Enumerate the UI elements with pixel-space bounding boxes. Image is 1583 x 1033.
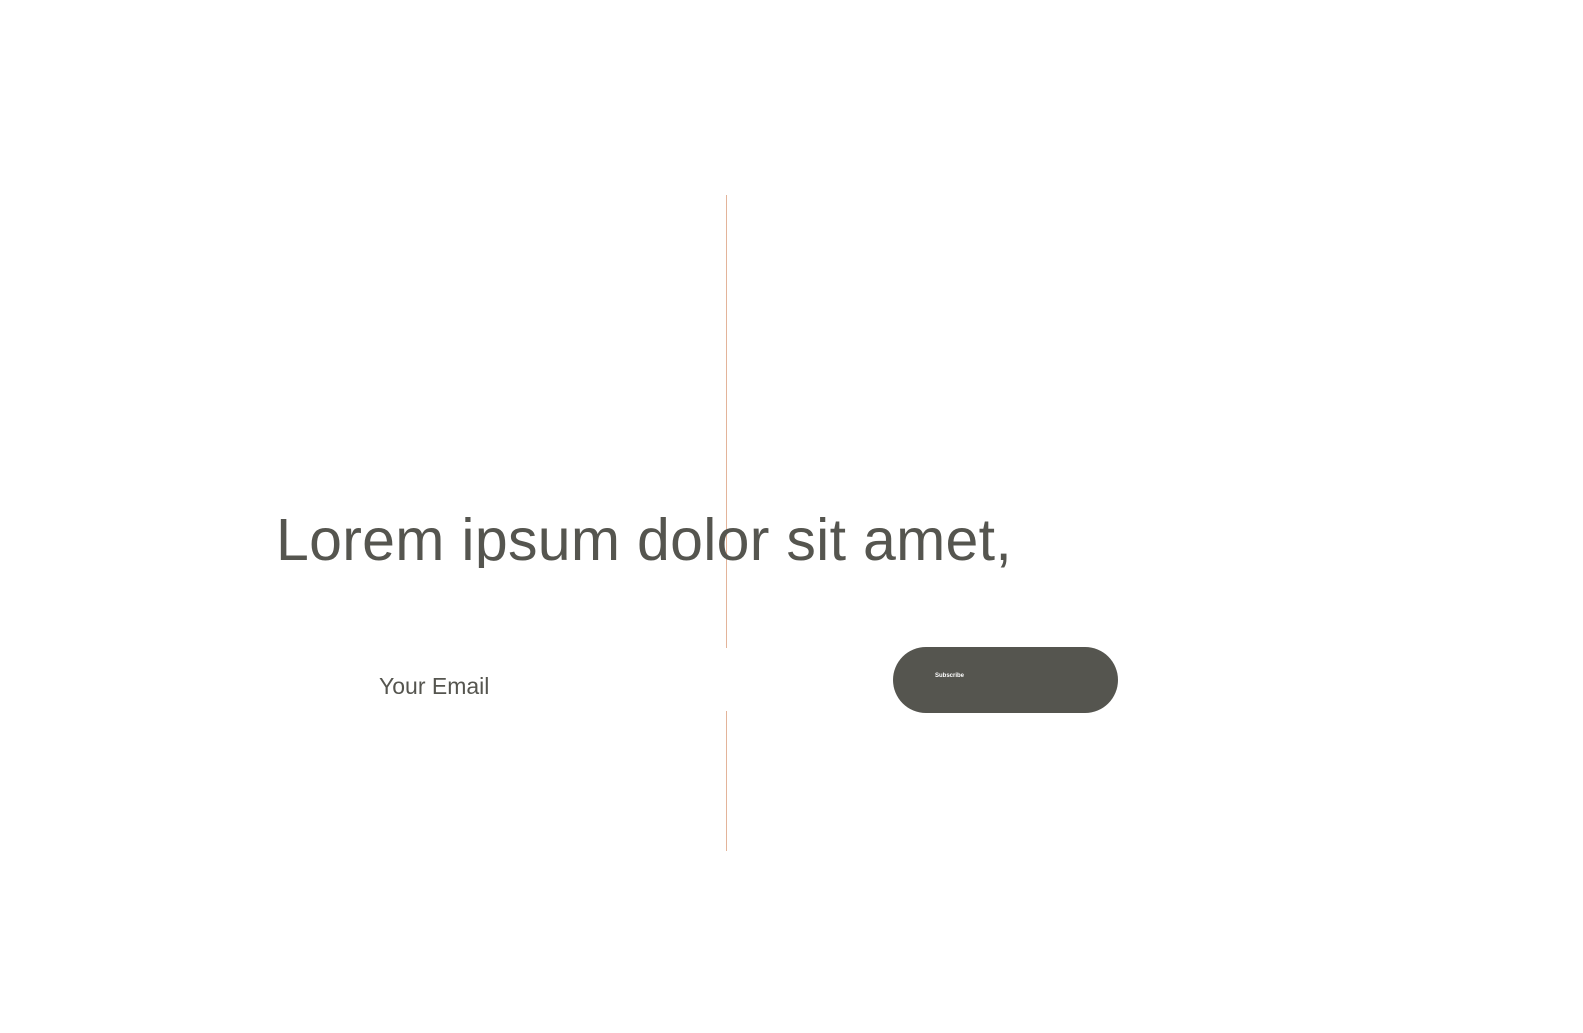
vertical-divider-bottom	[726, 711, 727, 851]
page: Lorem ipsum dolor sit amet, Subscribe	[0, 0, 1583, 1033]
vertical-divider-top	[726, 195, 727, 648]
email-input[interactable]	[360, 663, 700, 709]
hero-headline: Lorem ipsum dolor sit amet,	[276, 507, 1013, 568]
subscribe-button[interactable]: Subscribe	[893, 647, 1118, 713]
